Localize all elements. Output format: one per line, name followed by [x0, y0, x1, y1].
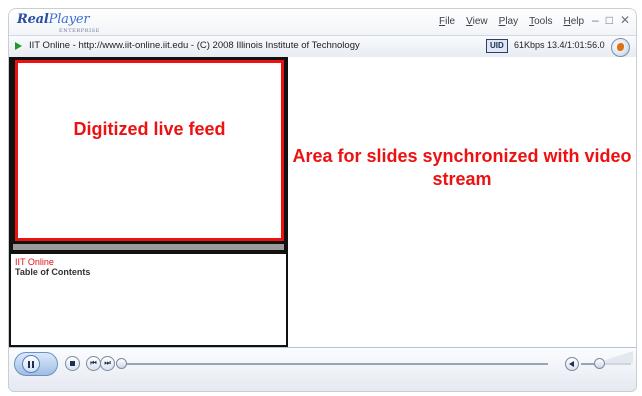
volume-slider-thumb[interactable] [593, 358, 605, 369]
pane-divider [13, 244, 284, 250]
menu-file[interactable]: File [439, 16, 455, 27]
title-bar: RealPlayer ENTERPRISE File View Play Too… [9, 9, 636, 35]
menu-help[interactable]: Help [563, 16, 584, 27]
close-button[interactable]: ✕ [620, 13, 630, 27]
stream-info-text: 61Kbps 13.4/1:01:56.0 [514, 40, 605, 50]
minimize-button[interactable]: – [592, 13, 599, 27]
globe-icon[interactable] [611, 38, 630, 57]
slides-pane-label: Area for slides synchronized with video … [292, 146, 632, 189]
next-button[interactable]: ⏭ [100, 356, 115, 371]
menu-view[interactable]: View [466, 16, 488, 27]
menu-play[interactable]: Play [499, 16, 518, 27]
realplayer-window: RealPlayer ENTERPRISE File View Play Too… [8, 8, 637, 392]
volume-track[interactable] [581, 363, 631, 365]
slides-pane: Area for slides synchronized with video … [288, 57, 636, 347]
logo-main-text: Real [17, 12, 49, 27]
video-pane[interactable]: Digitized live feed [15, 60, 284, 241]
playback-control-bar: ⏮ ⏭ [9, 347, 636, 391]
realplayer-logo: RealPlayer ENTERPRISE [17, 12, 99, 34]
video-pane-label: Digitized live feed [73, 119, 226, 139]
pause-icon [22, 355, 40, 373]
stream-badge: UID [486, 39, 508, 53]
toc-subtitle[interactable]: Table of Contents [15, 267, 90, 277]
toc-title[interactable]: IIT Online [15, 257, 54, 267]
table-of-contents-pane: IIT Online Table of Contents [11, 254, 286, 345]
seek-track[interactable] [121, 363, 548, 365]
window-controls: – □ ✕ [592, 13, 630, 27]
pause-button[interactable] [14, 352, 58, 376]
play-status-icon [15, 42, 22, 50]
menu-tools[interactable]: Tools [529, 16, 552, 27]
clip-info-text: IIT Online - http://www.iit-online.iit.e… [29, 40, 360, 51]
maximize-button[interactable]: □ [606, 13, 613, 27]
status-bar: IIT Online - http://www.iit-online.iit.e… [9, 35, 636, 59]
volume-icon[interactable] [565, 357, 579, 371]
stop-button[interactable] [65, 356, 80, 371]
previous-button[interactable]: ⏮ [86, 356, 101, 371]
menu-bar: File View Play Tools Help [439, 16, 595, 27]
seek-slider-thumb[interactable] [116, 358, 127, 369]
left-column: Digitized live feed IIT Online Table of … [9, 57, 288, 347]
content-area: Digitized live feed IIT Online Table of … [9, 57, 636, 347]
